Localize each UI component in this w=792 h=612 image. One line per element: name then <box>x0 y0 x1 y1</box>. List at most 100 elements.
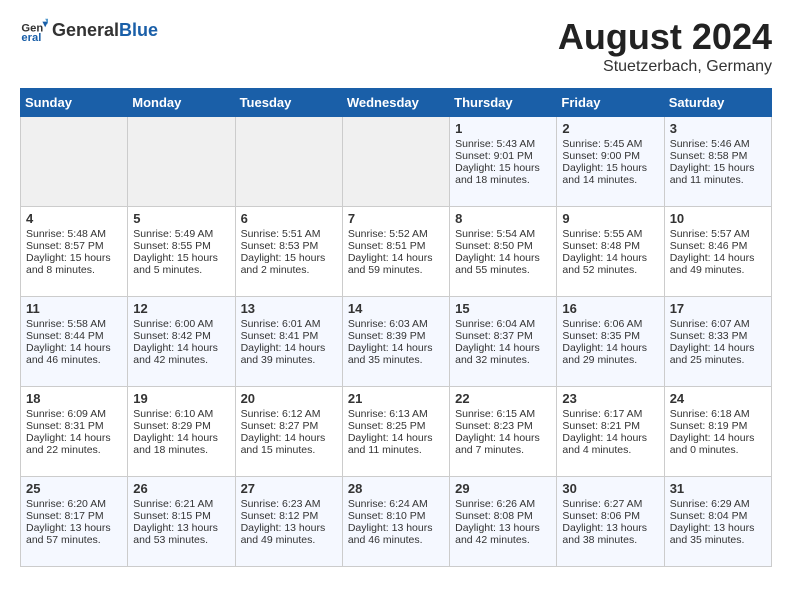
calendar-cell: 14Sunrise: 6:03 AMSunset: 8:39 PMDayligh… <box>342 297 449 387</box>
day-info: Daylight: 14 hours and 11 minutes. <box>348 432 444 456</box>
day-info: Sunrise: 6:15 AM <box>455 408 551 420</box>
logo-icon: Gen eral <box>20 16 48 44</box>
day-info: Sunset: 8:57 PM <box>26 240 122 252</box>
calendar-cell: 27Sunrise: 6:23 AMSunset: 8:12 PMDayligh… <box>235 477 342 567</box>
day-info: Sunset: 8:50 PM <box>455 240 551 252</box>
day-info: Daylight: 14 hours and 49 minutes. <box>670 252 766 276</box>
calendar-cell: 24 Sunrise: 6:18 AMSunset: 8:19 PMDayligh… <box>664 387 771 477</box>
day-info: Daylight: 13 hours and 53 minutes. <box>133 522 229 546</box>
calendar-cell <box>21 117 128 207</box>
main-title: August 2024 <box>558 16 772 58</box>
day-number: 4 <box>26 211 122 226</box>
day-info: Sunrise: 6:18 AM <box>670 408 766 420</box>
day-info: Sunrise: 6:20 AM <box>26 498 122 510</box>
day-info: Daylight: 15 hours and 8 minutes. <box>26 252 122 276</box>
day-info: Sunrise: 6:24 AM <box>348 498 444 510</box>
day-info: Daylight: 14 hours and 46 minutes. <box>26 342 122 366</box>
day-number: 5 <box>133 211 229 226</box>
day-number: 19 <box>133 391 229 406</box>
calendar-cell: 17Sunrise: 6:07 AMSunset: 8:33 PMDayligh… <box>664 297 771 387</box>
day-info: Sunrise: 6:06 AM <box>562 318 658 330</box>
day-info: Sunrise: 6:13 AM <box>348 408 444 420</box>
day-number: 31 <box>670 481 766 496</box>
calendar-cell <box>342 117 449 207</box>
day-info: Sunset: 8:12 PM <box>241 510 337 522</box>
column-header-saturday: Saturday <box>664 89 771 117</box>
calendar-cell: 31Sunrise: 6:29 AMSunset: 8:04 PMDayligh… <box>664 477 771 567</box>
calendar-week-4: 18Sunrise: 6:09 AMSunset: 8:31 PMDayligh… <box>21 387 772 477</box>
day-number: 11 <box>26 301 122 316</box>
calendar-cell: 26Sunrise: 6:21 AMSunset: 8:15 PMDayligh… <box>128 477 235 567</box>
column-header-monday: Monday <box>128 89 235 117</box>
column-header-sunday: Sunday <box>21 89 128 117</box>
day-info: Sunrise: 5:46 AM <box>670 138 766 150</box>
day-number: 13 <box>241 301 337 316</box>
calendar-week-3: 11Sunrise: 5:58 AMSunset: 8:44 PMDayligh… <box>21 297 772 387</box>
day-info: Daylight: 14 hours and 4 minutes. <box>562 432 658 456</box>
day-number: 21 <box>348 391 444 406</box>
day-info: Sunset: 8:48 PM <box>562 240 658 252</box>
day-info: Sunrise: 5:45 AM <box>562 138 658 150</box>
calendar-cell: 8Sunrise: 5:54 AMSunset: 8:50 PMDaylight… <box>450 207 557 297</box>
day-number: 27 <box>241 481 337 496</box>
day-info: Daylight: 15 hours and 5 minutes. <box>133 252 229 276</box>
day-info: Sunrise: 6:04 AM <box>455 318 551 330</box>
day-number: 18 <box>26 391 122 406</box>
day-info: Sunset: 8:33 PM <box>670 330 766 342</box>
day-info: Sunset: 8:55 PM <box>133 240 229 252</box>
calendar-cell: 25Sunrise: 6:20 AMSunset: 8:17 PMDayligh… <box>21 477 128 567</box>
calendar-cell <box>235 117 342 207</box>
calendar-cell: 13Sunrise: 6:01 AMSunset: 8:41 PMDayligh… <box>235 297 342 387</box>
day-number: 3 <box>670 121 766 136</box>
column-header-thursday: Thursday <box>450 89 557 117</box>
column-header-friday: Friday <box>557 89 664 117</box>
day-info: Sunrise: 6:01 AM <box>241 318 337 330</box>
calendar-cell: 9Sunrise: 5:55 AMSunset: 8:48 PMDaylight… <box>557 207 664 297</box>
calendar-cell: 6Sunrise: 5:51 AMSunset: 8:53 PMDaylight… <box>235 207 342 297</box>
day-info: Sunset: 8:39 PM <box>348 330 444 342</box>
calendar-week-1: 1Sunrise: 5:43 AMSunset: 9:01 PMDaylight… <box>21 117 772 207</box>
day-info: Sunset: 8:46 PM <box>670 240 766 252</box>
day-info: Sunrise: 6:23 AM <box>241 498 337 510</box>
day-info: Sunset: 8:31 PM <box>26 420 122 432</box>
day-info: Daylight: 14 hours and 15 minutes. <box>241 432 337 456</box>
day-info: Sunrise: 6:07 AM <box>670 318 766 330</box>
day-info: Daylight: 14 hours and 0 minutes. <box>670 432 766 456</box>
day-info: Daylight: 13 hours and 46 minutes. <box>348 522 444 546</box>
day-info: Daylight: 14 hours and 55 minutes. <box>455 252 551 276</box>
day-info: Sunset: 8:27 PM <box>241 420 337 432</box>
day-number: 24 <box>670 391 766 406</box>
calendar-cell: 10Sunrise: 5:57 AMSunset: 8:46 PMDayligh… <box>664 207 771 297</box>
day-info: Sunrise: 6:00 AM <box>133 318 229 330</box>
day-info: Sunset: 8:19 PM <box>670 420 766 432</box>
day-info: Daylight: 15 hours and 14 minutes. <box>562 162 658 186</box>
calendar-cell: 1Sunrise: 5:43 AMSunset: 9:01 PMDaylight… <box>450 117 557 207</box>
day-info: Sunrise: 6:26 AM <box>455 498 551 510</box>
day-number: 1 <box>455 121 551 136</box>
subtitle: Stuetzerbach, Germany <box>558 58 772 76</box>
day-info: Daylight: 15 hours and 11 minutes. <box>670 162 766 186</box>
day-info: Daylight: 14 hours and 22 minutes. <box>26 432 122 456</box>
day-info: Daylight: 15 hours and 18 minutes. <box>455 162 551 186</box>
svg-text:eral: eral <box>21 32 41 44</box>
day-number: 14 <box>348 301 444 316</box>
day-info: Sunrise: 5:43 AM <box>455 138 551 150</box>
day-info: Daylight: 14 hours and 35 minutes. <box>348 342 444 366</box>
calendar-cell: 7Sunrise: 5:52 AMSunset: 8:51 PMDaylight… <box>342 207 449 297</box>
day-info: Sunset: 8:42 PM <box>133 330 229 342</box>
day-info: Sunrise: 5:57 AM <box>670 228 766 240</box>
day-number: 25 <box>26 481 122 496</box>
calendar-cell: 12Sunrise: 6:00 AMSunset: 8:42 PMDayligh… <box>128 297 235 387</box>
day-info: Sunrise: 5:55 AM <box>562 228 658 240</box>
column-header-tuesday: Tuesday <box>235 89 342 117</box>
day-info: Sunrise: 5:48 AM <box>26 228 122 240</box>
calendar-table: SundayMondayTuesdayWednesdayThursdayFrid… <box>20 88 772 567</box>
calendar-cell: 15Sunrise: 6:04 AMSunset: 8:37 PMDayligh… <box>450 297 557 387</box>
day-info: Daylight: 14 hours and 52 minutes. <box>562 252 658 276</box>
day-info: Sunrise: 6:29 AM <box>670 498 766 510</box>
day-info: Sunrise: 5:54 AM <box>455 228 551 240</box>
day-info: Daylight: 14 hours and 29 minutes. <box>562 342 658 366</box>
day-number: 7 <box>348 211 444 226</box>
day-info: Daylight: 13 hours and 35 minutes. <box>670 522 766 546</box>
day-info: Daylight: 15 hours and 2 minutes. <box>241 252 337 276</box>
